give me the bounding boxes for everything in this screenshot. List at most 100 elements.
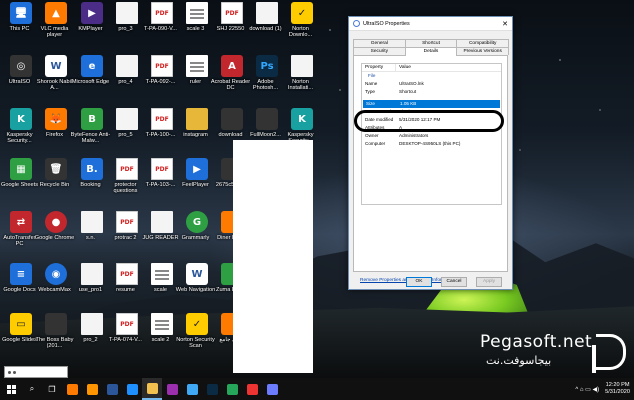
property-list[interactable]: Property Value File Name UltraISO.lnk Type S… xyxy=(361,63,502,205)
desktop-icon[interactable]: G Grammarly xyxy=(180,211,214,241)
tab-details[interactable]: Details xyxy=(404,47,458,56)
desktop-icon[interactable]: ruler xyxy=(180,55,214,85)
tab-general[interactable]: General xyxy=(353,39,406,47)
desktop-icon[interactable]: 🗑 Recycle Bin xyxy=(39,158,73,188)
edge-icon[interactable] xyxy=(122,378,142,400)
desktop-icon-label: VLC media player xyxy=(40,26,69,39)
app-icon[interactable] xyxy=(182,378,202,400)
desktop-icon[interactable]: ⇄ AutoTransfer PC xyxy=(3,211,38,248)
word-icon[interactable] xyxy=(102,378,122,400)
desktop-icon[interactable]: W Web Navigation xyxy=(176,263,215,293)
desktop-icon[interactable]: scale 3 xyxy=(180,2,214,32)
firefox-icon[interactable] xyxy=(62,378,82,400)
desktop-icon[interactable]: ◉ WebcamMax xyxy=(38,263,73,293)
tray-icons[interactable]: ^ ⌂ ▭ ◀) xyxy=(573,386,601,393)
tab-security[interactable]: Security xyxy=(353,47,406,55)
desktop-icon[interactable]: PDF T-PA-090-V... xyxy=(144,2,179,32)
desktop-icon[interactable]: pro_2 xyxy=(75,313,109,343)
property-row[interactable]: Name UltraISO.lnk xyxy=(362,80,501,88)
cancel-button[interactable]: Cancel xyxy=(441,277,467,287)
property-row[interactable]: Type Shortcut xyxy=(362,88,501,96)
app-icon[interactable] xyxy=(262,378,282,400)
desktop-icon[interactable]: ● Google Chrome xyxy=(35,211,74,241)
desktop-icon[interactable]: pro_3 xyxy=(110,2,144,32)
desktop-icon[interactable]: instagram xyxy=(180,108,214,138)
close-icon[interactable]: ✕ xyxy=(498,20,512,28)
desktop-icon[interactable]: PDF protrac 2 xyxy=(110,211,144,241)
clock[interactable]: 12:20 PM 5/31/2020 xyxy=(601,382,634,396)
desktop-icon[interactable]: KKaspersky Security... xyxy=(4,108,38,145)
desktop-icon[interactable]: B. Booking xyxy=(75,158,109,188)
desktop-icon[interactable]: PDF T-PA-100-... xyxy=(145,108,179,138)
desktop-icon[interactable]: scale xyxy=(145,263,179,293)
desktop-icon[interactable]: B ByteFence Anti-Malw... xyxy=(71,108,110,145)
properties-dialog: UltraISO Properties ✕ General Shortcut C… xyxy=(348,16,513,290)
desktop-icon[interactable]: ▲ VLC media player xyxy=(39,2,73,39)
desktop-icon[interactable]: ▶ KMPlayer xyxy=(75,2,109,32)
desktop-icon[interactable]: use_pro1 xyxy=(75,263,109,293)
desktop-icon[interactable]: download xyxy=(215,108,249,138)
column-value[interactable]: Value xyxy=(396,64,411,71)
desktop-icon[interactable]: ▭ Google Slides xyxy=(2,313,38,343)
dialog-titlebar[interactable]: UltraISO Properties ✕ xyxy=(349,17,512,31)
ok-button[interactable]: OK xyxy=(406,277,432,287)
desktop-icon-glyph xyxy=(291,55,313,77)
tab-compatibility[interactable]: Compatibility xyxy=(456,39,510,47)
windows-logo-icon xyxy=(6,384,16,394)
desktop-icon[interactable]: 🖥 This PC xyxy=(4,2,38,32)
apply-button[interactable]: Apply xyxy=(476,277,502,287)
start-button[interactable] xyxy=(0,378,22,400)
desktop-icon[interactable]: 🦊 Firefox xyxy=(39,108,73,138)
tab-shortcut[interactable]: Shortcut xyxy=(404,39,458,47)
desktop-icon[interactable]: A Acrobat Reader DC xyxy=(211,55,250,92)
desktop-icon[interactable]: PDF SHJ 22550 xyxy=(215,2,249,32)
desktop-icon[interactable]: PDF T-PA-103-... xyxy=(145,158,179,188)
tab-row-1: General Shortcut Compatibility xyxy=(349,39,512,47)
desktop-icon[interactable]: pro_5 xyxy=(110,108,144,138)
property-row[interactable]: File xyxy=(362,72,501,80)
desktop-icon[interactable]: download (1) xyxy=(249,2,284,32)
app-icon[interactable] xyxy=(242,378,262,400)
desktop-icon[interactable]: FullMoon2... xyxy=(250,108,284,138)
desktop-icon[interactable]: PDF T-PA-074-V... xyxy=(109,313,144,343)
desktop-mini-search[interactable] xyxy=(4,366,68,378)
desktop-icon[interactable]: ▶ FeelPlayer xyxy=(180,158,214,188)
desktop-icon[interactable]: PDF resume xyxy=(110,263,144,293)
desktop-icon[interactable]: ≡ Google Docs xyxy=(3,263,38,293)
desktop-icon-label: Grammarly xyxy=(181,235,210,241)
app-icon[interactable] xyxy=(162,378,182,400)
desktop-icon[interactable]: ✓ Norton Downlo... xyxy=(285,2,319,39)
tab-previous-versions[interactable]: Previous Versions xyxy=(456,47,510,55)
desktop-icon[interactable]: Ps Adobe Photosh... xyxy=(250,55,284,92)
property-row[interactable]: Attributes A xyxy=(362,124,501,132)
app-icon[interactable] xyxy=(222,378,242,400)
property-row[interactable]: Date modified 5/31/2020 12:17 PM xyxy=(362,116,501,124)
taskbar-app-glyph xyxy=(86,383,98,395)
property-row[interactable]: Date created 5/31/2020 12:17 PM xyxy=(362,108,501,116)
column-property[interactable]: Property xyxy=(362,64,396,71)
desktop-icon[interactable]: scale 2 xyxy=(145,313,179,343)
desktop-icon[interactable]: PDF protector questions xyxy=(110,158,144,195)
desktop-icon[interactable]: s.n. xyxy=(75,211,109,241)
desktop-icon[interactable]: ▦ Google Sheets xyxy=(1,158,38,188)
desktop-icon[interactable]: The Boss Baby (201... xyxy=(36,313,73,350)
search-icon[interactable]: ⌕ xyxy=(22,378,42,400)
desktop-icon[interactable]: JUG READER xyxy=(142,211,179,241)
desktop-icon[interactable]: Norton Installati... xyxy=(285,55,319,92)
desktop-icon[interactable]: W Shorook Nabil A... xyxy=(37,55,73,92)
desktop-icon-label: resume xyxy=(116,287,135,293)
desktop-icon[interactable]: e Microsoft Edge xyxy=(72,55,109,85)
desktop-icon[interactable]: PDF T-PA-092-... xyxy=(145,55,179,85)
desktop-icon-label: Booking xyxy=(80,182,101,188)
desktop-icon[interactable]: ✓ Norton Security Scan xyxy=(176,313,215,350)
property-row[interactable]: Computer DESKTOP-4S950LS (this PC) xyxy=(362,140,501,148)
task-view-icon[interactable]: ❐ xyxy=(42,378,62,400)
property-row[interactable]: Owner Administrators xyxy=(362,132,501,140)
property-value: A xyxy=(399,125,403,130)
property-row-selected[interactable]: Size 1.05 KB xyxy=(363,100,500,108)
desktop-icon[interactable]: ◎ UltraISO xyxy=(4,55,38,85)
photoshop-icon[interactable] xyxy=(202,378,222,400)
desktop-icon[interactable]: pro_4 xyxy=(110,55,144,85)
file-explorer-icon[interactable] xyxy=(142,378,162,400)
firefox-icon[interactable] xyxy=(82,378,102,400)
